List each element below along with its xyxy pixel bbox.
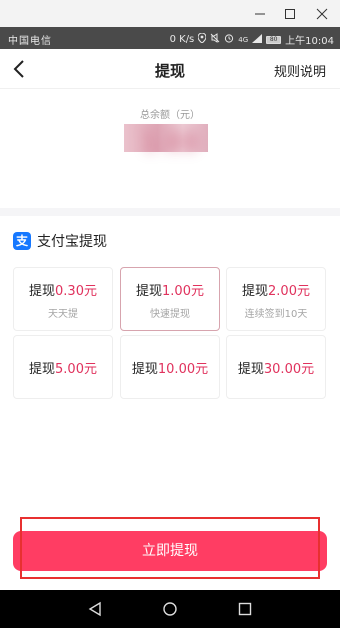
option-note: 连续签到10天 [244,309,308,320]
method-label: 支付宝提现 [37,234,107,250]
balance-label: 总余额（元） [140,110,200,121]
option-amount: 0.30元 [55,284,97,299]
withdraw-method: 支 支付宝提现 [13,230,107,252]
option-amount: 1.00元 [162,284,204,299]
option-prefix: 提现 [29,362,56,377]
withdraw-option[interactable]: 提现30.00元 [226,335,326,399]
mute-icon [210,33,220,46]
option-note: 快速提现 [150,309,190,320]
rules-link[interactable]: 规则说明 [274,61,326,80]
option-amount: 2.00元 [268,284,310,299]
option-label: 提现1.00元 [121,280,219,299]
clock-label: 上午10:04 [285,36,334,47]
option-amount: 30.00元 [263,362,315,377]
withdraw-option[interactable]: 提现5.00元 [13,335,113,399]
option-label: 提现5.00元 [14,358,112,377]
withdraw-option[interactable]: 提现0.30元 天天提 [13,267,113,331]
carrier-label: 中国电信 [8,36,52,47]
option-prefix: 提现 [136,284,163,299]
option-amount: 5.00元 [55,362,97,377]
app-header: 提现 规则说明 [0,49,340,89]
alipay-icon: 支 [13,232,31,250]
option-label: 提现0.30元 [14,280,112,299]
option-amount: 10.00元 [157,362,209,377]
nav-home-icon[interactable] [145,590,195,628]
option-note: 天天提 [48,309,78,320]
navigation-bar [0,590,340,628]
option-prefix: 提现 [131,362,158,377]
option-prefix: 提现 [29,284,56,299]
window-title-bar [0,0,340,27]
withdraw-option[interactable]: 提现1.00元 快速提现 [120,267,220,331]
option-label: 提现10.00元 [121,358,219,377]
close-icon[interactable] [306,0,338,27]
withdraw-option[interactable]: 提现10.00元 [120,335,220,399]
maximize-icon[interactable] [274,0,306,27]
nav-back-icon[interactable] [70,590,120,628]
section-divider [0,208,340,216]
network-speed: 0 K/s [169,34,195,45]
location-icon [197,32,207,46]
battery-icon: 80 [266,35,282,44]
alarm-icon [224,33,234,46]
network-type-label: 4G [238,35,249,44]
option-prefix: 提现 [237,362,264,377]
withdraw-option[interactable]: 提现2.00元 连续签到10天 [226,267,326,331]
option-prefix: 提现 [242,284,269,299]
nav-recent-icon[interactable] [220,590,270,628]
option-label: 提现30.00元 [227,358,325,377]
option-label: 提现2.00元 [227,280,325,299]
highlight-frame [20,517,320,579]
minimize-icon[interactable] [244,0,276,27]
balance-amount: 1.88 [141,128,199,158]
balance-section: 总余额（元） 1.88 [0,90,340,208]
status-bar: 中国电信 0 K/s 4G 80 上午10:04 [0,27,340,49]
signal-icon [252,33,263,46]
